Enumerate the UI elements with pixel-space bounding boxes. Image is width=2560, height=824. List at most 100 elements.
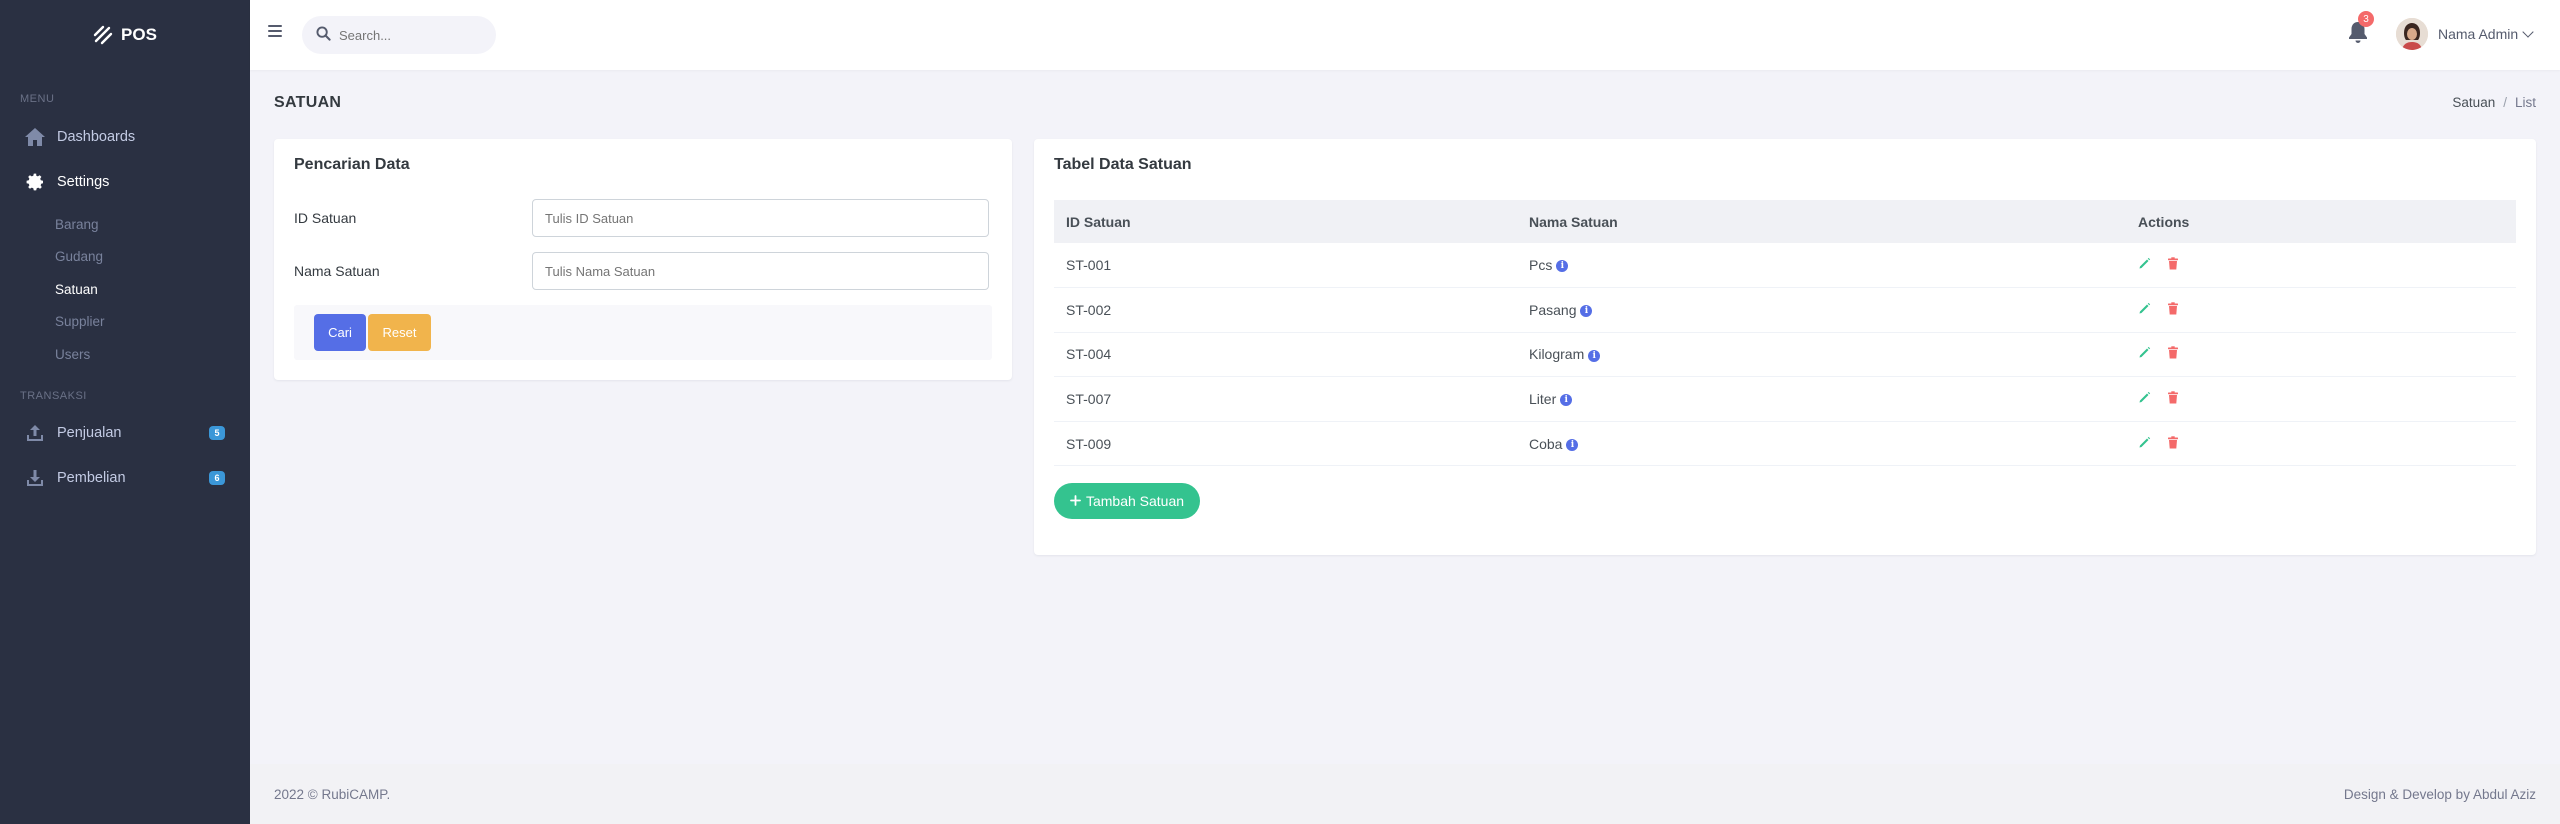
delete-icon[interactable] (2167, 346, 2179, 359)
plus-icon (1070, 493, 1081, 509)
cell-actions (2126, 332, 2516, 378)
edit-icon[interactable] (2138, 257, 2151, 270)
chevron-down-icon (2522, 26, 2534, 38)
id-satuan-input[interactable] (532, 199, 989, 237)
info-icon[interactable]: i (1560, 394, 1573, 407)
count-badge: 5 (209, 425, 225, 440)
footer: 2022 © RubiCAMP. Design & Develop by Abd… (250, 764, 2560, 824)
cell-id: ST-007 (1054, 376, 1517, 422)
cell-name: Pasang i (1517, 287, 2126, 333)
search-button[interactable]: Cari (314, 314, 366, 351)
table-row: ST-002 Pasang i (1054, 287, 2516, 333)
breadcrumb-current: List (2514, 95, 2536, 110)
sidebar-subitem-barang[interactable]: Barang (0, 208, 250, 241)
id-satuan-row: ID Satuan (294, 199, 992, 237)
info-icon[interactable]: i (1556, 260, 1569, 273)
sidebar-item-label: Settings (57, 173, 110, 190)
cell-id: ST-009 (1054, 421, 1517, 467)
table-row: ST-004 Kilogram i (1054, 332, 2516, 378)
sidebar: POS MENU Dashboards Settings Barang Guda… (0, 0, 250, 824)
add-satuan-button[interactable]: Tambah Satuan (1054, 483, 1200, 519)
page-title: SATUAN (274, 94, 342, 111)
info-icon[interactable]: i (1588, 349, 1601, 362)
user-menu[interactable]: Nama Admin (2396, 18, 2534, 50)
edit-icon[interactable] (2138, 302, 2151, 315)
gear-icon (24, 171, 46, 193)
sidebar-subitem-users[interactable]: Users (0, 338, 250, 371)
count-badge: 6 (209, 470, 225, 485)
column-header-id[interactable]: ID Satuan (1054, 200, 1517, 243)
sidebar-item-label: Penjualan (57, 425, 122, 441)
user-name: Nama Admin (2438, 26, 2519, 42)
bell-icon (2347, 22, 2369, 47)
cell-actions (2126, 421, 2516, 467)
nama-satuan-label: Nama Satuan (294, 263, 380, 279)
delete-icon[interactable] (2167, 257, 2179, 270)
search-box[interactable] (302, 16, 496, 54)
sidebar-subitem-gudang[interactable]: Gudang (0, 241, 250, 274)
topbar: 3 Nama Admin (250, 0, 2560, 70)
cell-actions (2126, 287, 2516, 333)
delete-icon[interactable] (2167, 435, 2179, 449)
table-row: ST-001 Pcs i (1054, 243, 2516, 289)
delete-icon[interactable] (2167, 302, 2179, 315)
cell-name-text: Kilogram (1529, 346, 1585, 363)
cell-actions (2126, 243, 2516, 289)
column-header-name[interactable]: Nama Satuan (1517, 200, 2126, 243)
form-actions: Cari Reset (294, 305, 992, 360)
cell-id: ST-002 (1054, 287, 1517, 333)
cell-name: Coba i (1517, 421, 2126, 467)
reset-button[interactable]: Reset (368, 314, 431, 351)
search-card: Pencarian Data ID Satuan Nama Satuan Car… (274, 139, 1012, 380)
edit-icon[interactable] (2138, 391, 2151, 404)
footer-copyright: 2022 © RubiCAMP. (274, 786, 391, 802)
edit-icon[interactable] (2138, 436, 2151, 449)
settings-submenu: Barang Gudang Satuan Supplier Users (0, 208, 250, 371)
table-card: Tabel Data Satuan ID Satuan Nama Satuan … (1034, 139, 2536, 555)
sidebar-item-dashboards[interactable]: Dashboards (0, 114, 250, 159)
cell-name: Kilogram i (1517, 332, 2126, 378)
avatar (2396, 18, 2428, 50)
cell-id: ST-004 (1054, 332, 1517, 378)
table-row: ST-009 Coba i (1054, 421, 2516, 467)
search-input[interactable] (339, 27, 479, 43)
nama-satuan-row: Nama Satuan (294, 252, 992, 290)
sidebar-item-settings[interactable]: Settings (0, 159, 250, 204)
info-icon[interactable]: i (1566, 438, 1579, 451)
notification-button[interactable]: 3 (2347, 11, 2374, 47)
cell-name: Liter i (1517, 376, 2126, 422)
sidebar-item-pembelian[interactable]: Pembelian 6 (0, 456, 250, 501)
logo[interactable]: POS (0, 0, 250, 70)
cell-name-text: Pasang (1529, 301, 1577, 318)
satuan-table: ID Satuan Nama Satuan Actions ST-001 Pcs i… (1054, 200, 2516, 467)
home-icon (24, 126, 46, 148)
sidebar-item-penjualan[interactable]: Penjualan 5 (0, 411, 250, 456)
delete-icon[interactable] (2167, 391, 2179, 404)
add-satuan-label: Tambah Satuan (1085, 493, 1185, 509)
nama-satuan-input[interactable] (532, 252, 989, 290)
search-icon (316, 26, 331, 44)
cell-name-text: Pcs (1529, 257, 1553, 274)
transaksi-section-title: TRANSAKSI (20, 389, 87, 402)
breadcrumb-separator: / (2503, 95, 2507, 110)
menu-section-title: MENU (20, 93, 55, 105)
id-satuan-label: ID Satuan (294, 210, 357, 226)
cell-name-text: Liter (1529, 391, 1557, 408)
breadcrumb: Satuan / List (2452, 95, 2536, 110)
info-icon[interactable]: i (1580, 305, 1593, 318)
card-title: Tabel Data Satuan (1054, 156, 1192, 173)
logo-text: POS (121, 25, 157, 44)
sidebar-item-label: Pembelian (57, 470, 126, 486)
upload-icon (24, 422, 46, 444)
notification-badge: 3 (2358, 11, 2374, 27)
sidebar-subitem-satuan[interactable]: Satuan (0, 273, 250, 306)
menu-toggle-icon[interactable] (268, 25, 282, 37)
table-header-row: ID Satuan Nama Satuan Actions (1054, 200, 2516, 243)
cell-actions (2126, 376, 2516, 422)
footer-credit: Design & Develop by Abdul Aziz (2343, 786, 2536, 802)
edit-icon[interactable] (2138, 346, 2151, 359)
cell-name-text: Coba (1529, 435, 1563, 452)
sidebar-subitem-supplier[interactable]: Supplier (0, 306, 250, 339)
table-row: ST-007 Liter i (1054, 376, 2516, 422)
breadcrumb-link[interactable]: Satuan (2452, 95, 2495, 110)
